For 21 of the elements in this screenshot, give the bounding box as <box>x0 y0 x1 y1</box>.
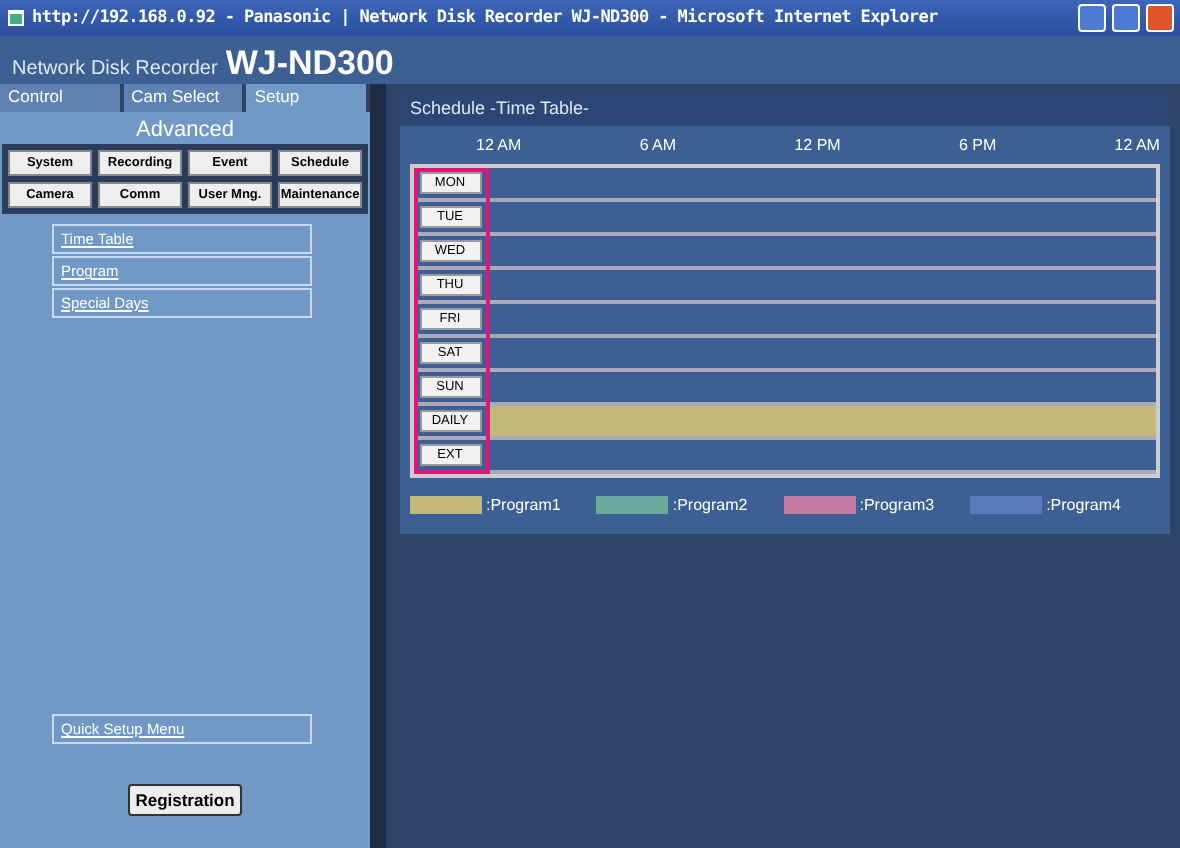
app-subtitle: Network Disk Recorder <box>12 58 218 80</box>
tab[interactable]: Cam Select <box>123 84 247 112</box>
legend-label: :Program1 <box>486 496 561 514</box>
time-label: 12 AM <box>1114 136 1160 154</box>
time-label: 6 AM <box>639 136 677 154</box>
tab[interactable]: Control <box>0 84 124 112</box>
close-button[interactable] <box>1146 4 1174 32</box>
window-title: http://192.168.0.92 - Panasonic | Network Disk Recorder WJ-ND300 - Microsoft Internet Explorer <box>32 8 940 28</box>
section-heading: Advanced <box>136 118 234 142</box>
minimize-button[interactable] <box>1078 4 1106 32</box>
panel-title: Schedule -Time Table- <box>400 90 1170 126</box>
maximize-button[interactable] <box>1112 4 1140 32</box>
legend-label: :Program4 <box>1046 496 1121 514</box>
legend-label: :Program3 <box>859 496 935 514</box>
time-label: 12 PM <box>794 136 841 154</box>
time-label: 6 PM <box>958 136 997 154</box>
model-name: WJ-ND300 <box>225 44 394 84</box>
registration-button[interactable]: Registration <box>127 784 243 816</box>
legend-label: :Program2 <box>672 496 748 514</box>
browser-icon <box>6 8 26 28</box>
time-label: 12 AM <box>476 136 522 154</box>
